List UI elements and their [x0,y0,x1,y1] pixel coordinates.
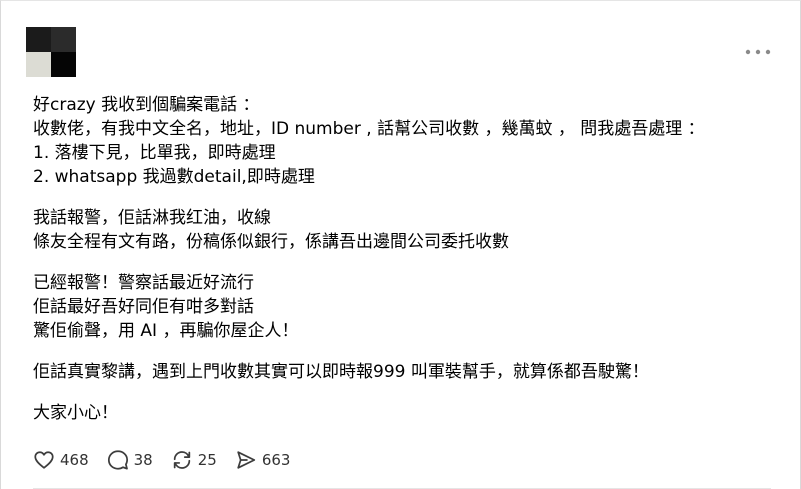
comment-icon [107,450,128,470]
post-text-line: 佢話真實黎講，遇到上門收數其實可以即時報999 叫軍裝幫手，就算係都吾駛驚！ [33,362,649,382]
more-options-button[interactable] [744,41,772,63]
repost-button[interactable]: 25 [171,449,217,471]
avatar[interactable] [26,27,76,77]
send-icon [237,451,255,469]
share-button[interactable]: 663 [235,449,291,471]
post-text-line: 我話報警，佢話淋我红油，收線 [33,208,271,228]
post-text-line: 大家小心！ [33,403,118,423]
post-paragraph: 已經報警！警察話最近好流行 佢話最好吾好同佢有咁多對話驚佢偷聲，用 AI ，再騙你… [33,271,783,343]
post-paragraph: 佢話真實黎講，遇到上門收數其實可以即時報999 叫軍裝幫手，就算係都吾駛驚！ [33,360,783,384]
like-count: 468 [60,451,89,469]
post-text-line: 佢話最好吾好同佢有咁多對話 [33,297,254,317]
more-horizontal-icon [745,49,771,55]
avatar-tile [26,52,51,77]
post-text: 好crazy 我收到個騙案電話 ： 收數佬，有我中文全名，地址，ID number… [33,93,783,442]
post-paragraph: 大家小心！ [33,401,783,425]
post-text-line: 好crazy 我收到個騙案電話 ： [33,95,260,115]
repost-icon [173,451,190,469]
like-button[interactable]: 468 [33,449,89,471]
post-text-line: 1. 落樓下見，比單我，即時處理 [33,143,276,163]
post-actions: 468 38 25 663 [33,447,308,473]
repost-count: 25 [197,451,217,469]
post-text-line: 收數佬，有我中文全名，地址，ID number , 話幫公司收數 ，幾萬蚊 ， … [33,119,705,139]
avatar-tile [26,27,51,52]
post-text-line: 驚佢偷聲，用 AI ，再騙你屋企人！ [33,321,299,341]
reply-button[interactable]: 38 [107,449,153,471]
avatar-tile [51,27,76,52]
post-paragraph: 我話報警，佢話淋我红油，收線條友全程有文有路，份稿係似銀行，係講吾出邊間公司委托… [33,206,783,254]
post-card: 好crazy 我收到個騙案電話 ： 收數佬，有我中文全名，地址，ID number… [0,0,801,489]
post-text-line: 條友全程有文有路，份稿係似銀行，係講吾出邊間公司委托收數 [33,232,509,252]
post-text-line: 已經報警！警察話最近好流行 [33,273,254,293]
post-text-line: 2. whatsapp 我過數detail,即時處理 [33,167,315,187]
heart-icon [34,451,54,469]
post-paragraph: 好crazy 我收到個騙案電話 ： 收數佬，有我中文全名，地址，ID number… [33,93,783,189]
avatar-tile [51,52,76,77]
share-count: 663 [261,451,291,469]
reply-count: 38 [133,451,153,469]
